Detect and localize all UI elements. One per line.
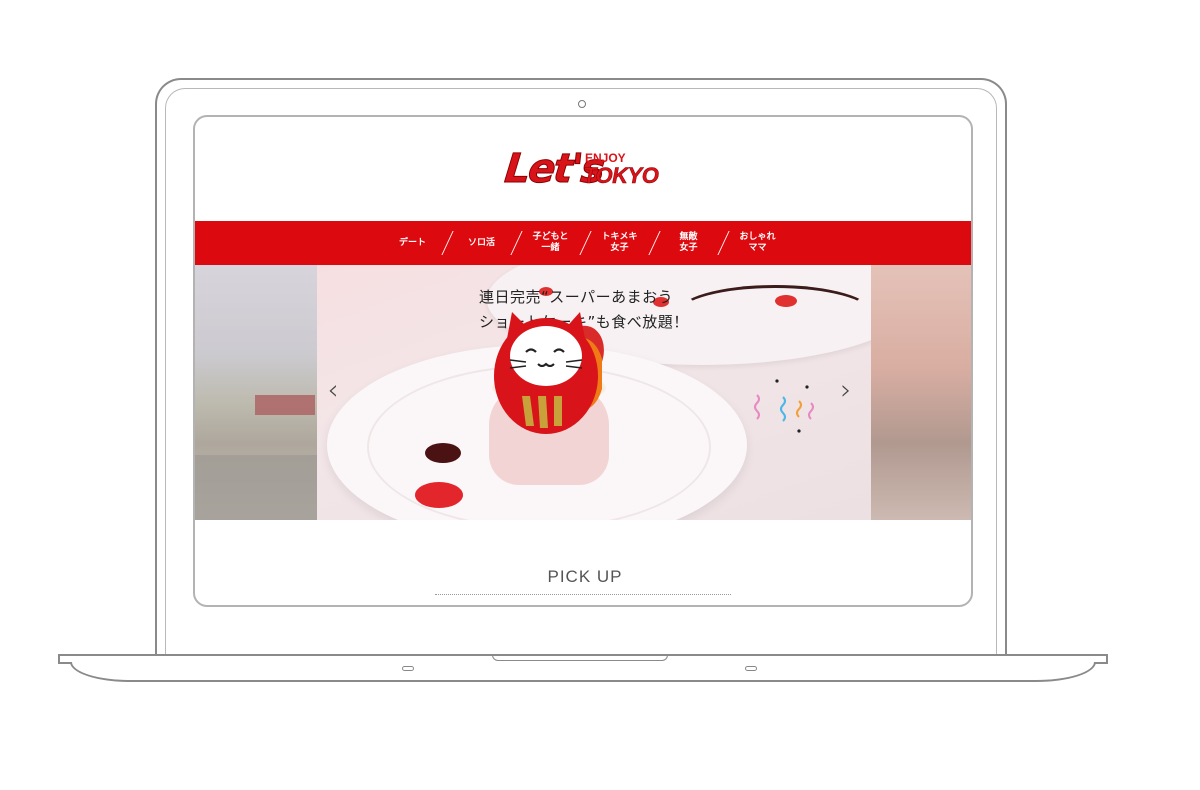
nav-item-date[interactable]: デート [383, 238, 443, 249]
pickup-title: PICK UP [547, 567, 623, 586]
main-nav: デート ソロ活 子どもと 一緒 トキメキ 女子 無敵 女子 おしゃれ ママ [195, 221, 971, 265]
chocolate-drizzle [677, 285, 871, 341]
slide-preview-prev[interactable] [195, 265, 317, 520]
nav-item-tokimeki-girls[interactable]: トキメキ 女子 [590, 232, 650, 254]
nav-item-with-kids[interactable]: 子どもと 一緒 [521, 232, 581, 254]
chocolate-sauce-dot [425, 443, 461, 463]
laptop-foot-right [745, 666, 757, 671]
preview-overlay [871, 265, 971, 520]
nav-item-invincible-girls[interactable]: 無敵 女子 [659, 232, 719, 254]
nav-item-solo[interactable]: ソロ活 [452, 238, 512, 249]
daruma-cat-icon [494, 312, 602, 434]
strawberry-sauce-dot [415, 482, 463, 508]
logo-tokyo-text: TOKYO [583, 163, 659, 189]
camera-icon [578, 100, 586, 108]
preview-overlay [195, 265, 317, 520]
laptop-base-bottom [70, 662, 1096, 682]
nav-item-stylish-mama[interactable]: おしゃれ ママ [728, 232, 788, 254]
pickup-underline [435, 594, 731, 595]
confetti-icon [754, 379, 814, 433]
chevron-left-icon[interactable]: ‹ [325, 375, 341, 405]
laptop-foot-left [402, 666, 414, 671]
chevron-right-icon[interactable]: › [838, 375, 854, 405]
sauce-dot [775, 295, 797, 307]
slide-preview-next[interactable] [871, 265, 971, 520]
laptop-notch [492, 655, 668, 661]
site-logo[interactable]: Let's ENJOY TOKYO [502, 145, 663, 197]
